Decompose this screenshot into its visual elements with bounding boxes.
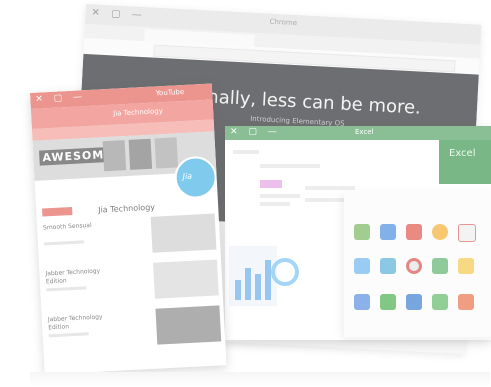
photos-icon[interactable] bbox=[458, 294, 474, 310]
video-thumbnail[interactable] bbox=[150, 213, 217, 253]
grid-icon[interactable] bbox=[380, 258, 396, 274]
video-title: Jabber Technology Edition bbox=[45, 267, 101, 286]
video-meta bbox=[46, 286, 87, 292]
banner-photo bbox=[128, 138, 153, 170]
files-icon[interactable] bbox=[432, 294, 448, 310]
video-app-title: YouTube bbox=[155, 87, 185, 98]
video-thumbnail[interactable] bbox=[153, 259, 219, 299]
mini-bar bbox=[235, 280, 241, 300]
office-titlebar: ✕ ▢ — Excel bbox=[225, 126, 491, 140]
highlight-cell[interactable] bbox=[260, 180, 282, 188]
maps-icon[interactable] bbox=[432, 258, 448, 274]
banner-photo bbox=[154, 137, 179, 169]
video-thumbnail[interactable] bbox=[155, 305, 222, 345]
twitter-icon[interactable] bbox=[354, 258, 370, 274]
evernote-icon[interactable] bbox=[354, 224, 370, 240]
hero-headline: Finally, less can be more. bbox=[192, 85, 422, 119]
app-grid bbox=[344, 192, 491, 337]
mini-bar bbox=[265, 260, 271, 300]
donut-chart bbox=[271, 258, 299, 286]
docs-icon[interactable] bbox=[354, 294, 370, 310]
chrome-icon[interactable] bbox=[406, 258, 422, 274]
slides-icon[interactable] bbox=[406, 294, 422, 310]
video-meta bbox=[48, 332, 89, 338]
video-list-item[interactable]: Smooth Sensual bbox=[42, 213, 217, 259]
window-controls[interactable]: ✕ ▢ — bbox=[230, 127, 281, 137]
excel-brand-tile: Excel bbox=[439, 140, 491, 184]
floor-reflection bbox=[30, 372, 490, 387]
video-title: Smooth Sensual bbox=[42, 221, 92, 232]
chrome-icon[interactable] bbox=[432, 224, 448, 240]
form-line bbox=[305, 198, 345, 202]
mini-bar bbox=[245, 268, 251, 300]
window-controls[interactable]: ✕ ▢ — bbox=[35, 92, 86, 105]
video-list-item[interactable]: Jabber Technology Edition bbox=[47, 305, 222, 350]
office-title: Excel bbox=[355, 128, 374, 136]
form-line bbox=[260, 164, 320, 168]
mini-bar bbox=[255, 274, 261, 300]
youtube-icon[interactable] bbox=[406, 224, 422, 240]
subscribe-button[interactable] bbox=[42, 206, 73, 217]
play-icon[interactable] bbox=[380, 224, 396, 240]
video-app-window: ✕ ▢ — YouTube Jia Technology AWESOME Jia… bbox=[30, 83, 227, 375]
avatar-text: Jia bbox=[182, 171, 193, 182]
video-title: Jabber Technology Edition bbox=[47, 313, 103, 332]
excel-brand: Excel bbox=[449, 148, 476, 159]
video-meta bbox=[43, 240, 84, 246]
drive-icon[interactable] bbox=[458, 258, 474, 274]
form-line bbox=[233, 150, 259, 154]
channel-name: Jia Technology bbox=[97, 202, 156, 215]
gmail-icon[interactable] bbox=[458, 224, 476, 242]
channel-header-title: Jia Technology bbox=[112, 107, 164, 118]
sheets-icon[interactable] bbox=[380, 294, 396, 310]
banner-photo bbox=[102, 140, 127, 172]
form-line bbox=[305, 186, 355, 190]
desktop-showcase: ✕ ▢ — Chrome Finally, less can be more. … bbox=[0, 0, 491, 387]
form-line bbox=[260, 202, 290, 206]
form-line bbox=[260, 194, 300, 198]
video-list-item[interactable]: Jabber Technology Edition bbox=[45, 259, 219, 305]
mini-bar-chart bbox=[229, 246, 277, 306]
